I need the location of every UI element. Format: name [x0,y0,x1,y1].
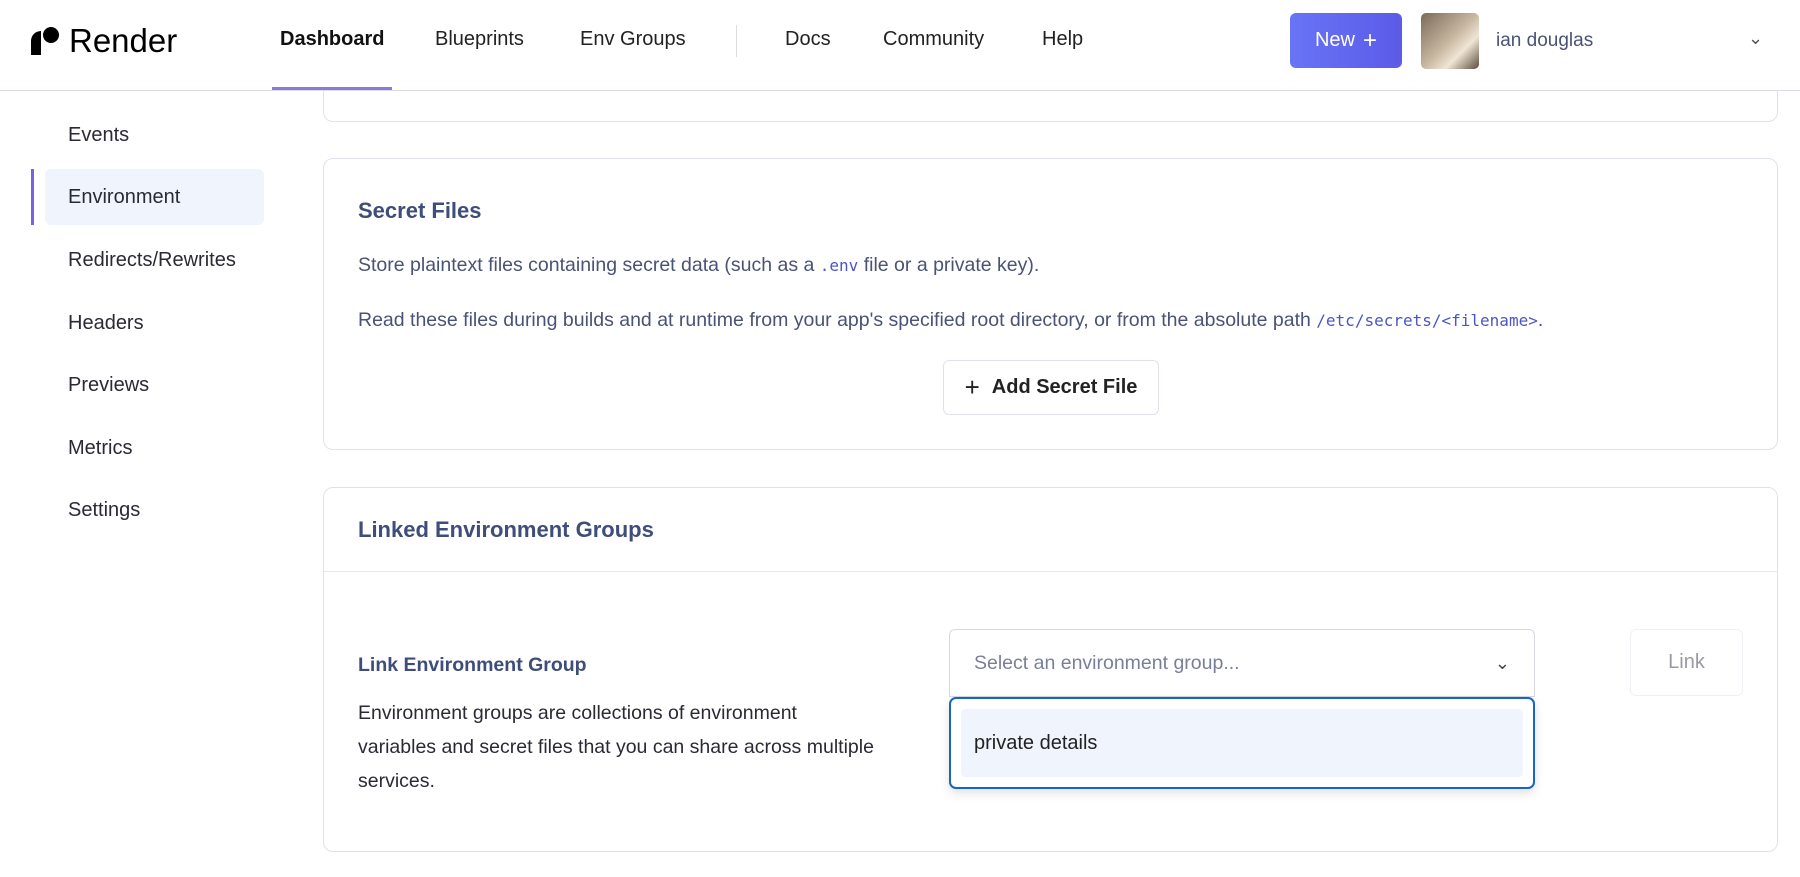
sidebar-item-redirects[interactable]: Redirects/Rewrites [68,249,236,272]
desc-line: variables and secret files that you can … [358,736,874,758]
render-logo-icon [31,27,59,55]
add-secret-file-label: Add Secret File [991,376,1138,398]
link-group-label: Link Environment Group [358,654,587,676]
plus-icon: + [1363,26,1378,54]
nav-blueprints[interactable]: Blueprints [435,28,524,51]
new-button[interactable]: New + [1290,13,1402,68]
user-name[interactable]: ian douglas [1496,30,1593,52]
link-group-desc: Environment groups are collections of en… [358,696,874,798]
linked-groups-title: Linked Environment Groups [358,517,654,542]
sidebar-item-settings[interactable]: Settings [68,499,140,522]
card-divider [324,571,1777,572]
sidebar-item-environment[interactable]: Environment [68,186,180,209]
add-secret-file-button[interactable]: + Add Secret File [943,360,1159,415]
new-button-label: New [1314,29,1355,51]
sidebar-active-indicator [31,169,34,225]
secret-files-title: Secret Files [358,198,482,223]
text: Read these files during builds and at ru… [358,309,1317,331]
sidebar-item-metrics[interactable]: Metrics [68,437,132,460]
select-placeholder: Select an environment group... [974,651,1240,674]
sidebar-item-previews[interactable]: Previews [68,374,149,397]
chevron-down-icon: ⌄ [1494,652,1510,673]
nav-env-groups[interactable]: Env Groups [580,28,686,51]
nav-community[interactable]: Community [883,28,984,51]
render-logo[interactable]: Render [31,22,177,60]
chevron-down-icon[interactable]: ⌄ [1748,28,1763,49]
sidebar-item-headers[interactable]: Headers [68,312,144,335]
env-group-dropdown: private details [949,697,1535,789]
text: file or a private key). [858,254,1040,276]
nav-help[interactable]: Help [1042,28,1083,51]
env-group-select[interactable]: Select an environment group... ⌄ [949,629,1535,697]
nav-divider [736,25,737,57]
dropdown-option[interactable]: private details [961,709,1523,777]
text: . [1537,309,1544,331]
env-code: .env [819,256,859,275]
nav-dashboard[interactable]: Dashboard [280,28,384,51]
active-nav-indicator [272,87,392,90]
avatar[interactable] [1421,13,1479,69]
desc-line: Environment groups are collections of en… [358,702,797,724]
link-button[interactable]: Link [1630,629,1743,696]
nav-docs[interactable]: Docs [785,28,831,51]
plus-icon: + [964,372,980,402]
top-nav: Render Dashboard Blueprints Env Groups D… [0,0,1800,91]
secret-files-card: Secret Files Store plaintext files conta… [323,158,1778,450]
secret-files-desc-2: Read these files during builds and at ru… [358,309,1543,332]
desc-line: services. [358,770,435,792]
text: Store plaintext files containing secret … [358,254,820,276]
sidebar-item-events[interactable]: Events [68,124,129,147]
path-code: /etc/secrets/<filename> [1316,311,1538,330]
brand-name: Render [69,22,178,59]
secret-files-desc-1: Store plaintext files containing secret … [358,254,1039,277]
